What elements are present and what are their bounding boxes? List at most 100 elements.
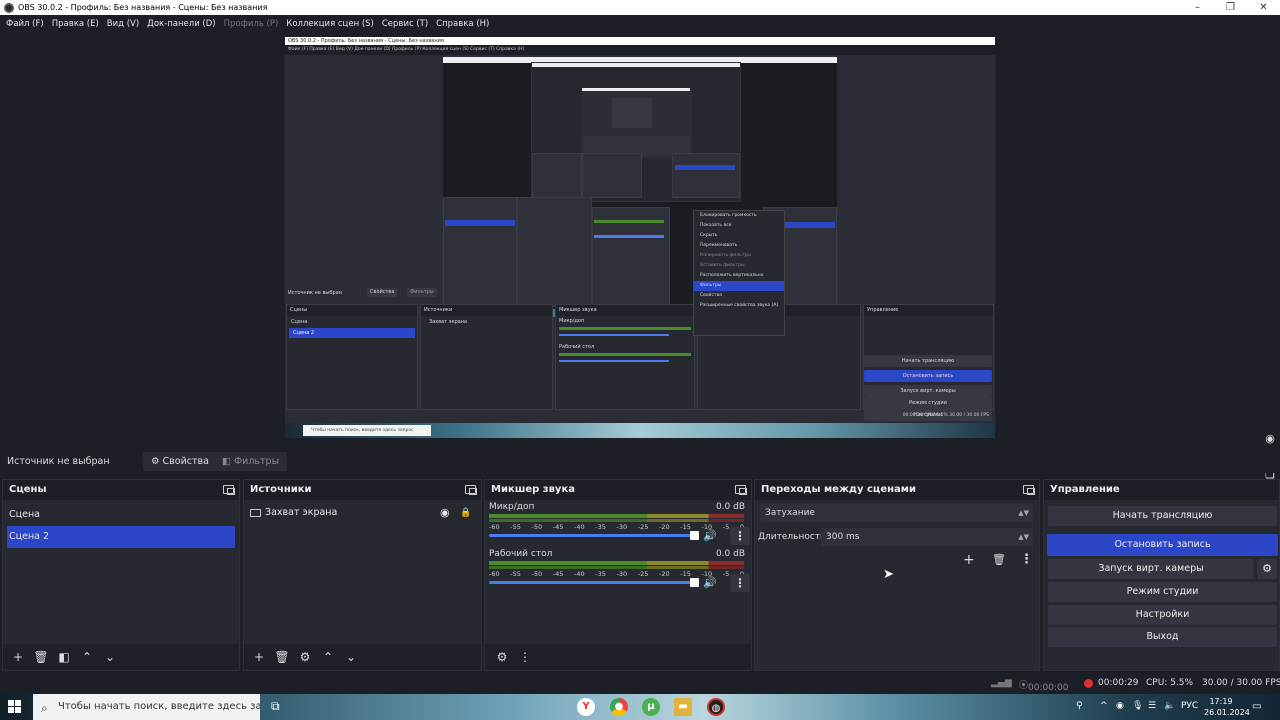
- menu-tools[interactable]: Сервис (T): [378, 19, 432, 29]
- speaker-icon[interactable]: 🔊: [703, 529, 717, 542]
- menu-view[interactable]: Вид (V): [103, 19, 143, 29]
- file-explorer-icon[interactable]: ▬: [674, 698, 692, 716]
- mixer-channel: Рабочий стол 0.0 dB -60 -55 -50 -45 -40 -35 -3…: [485, 547, 751, 594]
- transition-select[interactable]: Затухание ▲▼: [760, 504, 1033, 522]
- mixer-footer: ⚙ ⋮: [485, 644, 751, 670]
- task-view-icon[interactable]: ⧉: [271, 699, 280, 714]
- exit-button[interactable]: Выход: [1048, 627, 1277, 647]
- arrow-up-icon[interactable]: ⌃: [76, 647, 98, 667]
- trash-icon[interactable]: 🗑: [271, 647, 293, 667]
- undock-icon[interactable]: [1023, 485, 1035, 495]
- volume-slider-handle[interactable]: [690, 578, 699, 587]
- undock-icon[interactable]: [465, 485, 477, 495]
- wifi-icon[interactable]: ☰: [1148, 701, 1156, 711]
- gear-icon[interactable]: ⚙: [294, 647, 316, 667]
- menu-bar: Файл (F) Правка (E) Вид (V) Док-панели (…: [0, 15, 1280, 32]
- notifications-icon[interactable]: ▭: [1252, 701, 1261, 712]
- trash-icon[interactable]: 🗑: [30, 647, 52, 667]
- scene-item-selected[interactable]: Сцена 2: [7, 526, 235, 548]
- eye-icon[interactable]: ◉: [440, 502, 450, 524]
- gear-icon[interactable]: ⚙: [1257, 559, 1277, 579]
- source-item[interactable]: Захват экрана ◉ 🔒: [244, 502, 481, 524]
- menu-help[interactable]: Справка (H): [432, 19, 493, 29]
- mixer-header: Микшер звука: [485, 480, 751, 500]
- scenes-header: Сцены: [3, 480, 239, 500]
- controls-dock: Управление Начать трансляцию Остановить …: [1043, 479, 1280, 671]
- volume-slider[interactable]: [489, 581, 696, 584]
- filters-button[interactable]: ◧ Фильтры: [214, 452, 288, 471]
- chevron-updown-icon: ▲▼: [1018, 509, 1029, 517]
- preview-context-highlight: Фильтры: [694, 281, 784, 291]
- minimize-icon[interactable]: –: [1181, 0, 1214, 15]
- preview-inner-title: OBS 30.0.2 - Профиль: Без названия - Сце…: [285, 37, 995, 45]
- no-source-label: Источник не выбран: [7, 456, 110, 467]
- channel-name: Микр/доп: [489, 502, 535, 512]
- preview-canvas[interactable]: OBS 30.0.2 - Профиль: Без названия - Сце…: [285, 37, 995, 438]
- taskbar-search[interactable]: ⌕ Чтобы начать поиск, введите здесь запр…: [33, 694, 260, 720]
- studio-mode-button[interactable]: Режим студии: [1048, 582, 1277, 602]
- menu-scene-collection[interactable]: Коллекция сцен (S): [282, 19, 378, 29]
- display-icon: [250, 508, 261, 517]
- filter-icon[interactable]: ◧: [53, 647, 75, 667]
- mouse-cursor: ➤: [883, 567, 894, 582]
- more-options-icon[interactable]: ⋮: [1020, 552, 1033, 567]
- add-icon[interactable]: +: [963, 552, 975, 568]
- menu-edit[interactable]: Правка (E): [48, 19, 103, 29]
- windows-start-icon[interactable]: [8, 700, 22, 714]
- menu-file[interactable]: Файл (F): [2, 19, 48, 29]
- camera-icon[interactable]: ◉: [1263, 433, 1277, 445]
- obs-window: OBS 30.0.2 - Профиль: Без названия - Сце…: [0, 0, 1280, 720]
- preview-inner-scenes: Сцены Сцена Сцена 2: [286, 304, 418, 410]
- start-streaming-button[interactable]: Начать трансляцию: [1048, 506, 1277, 526]
- arrow-down-icon[interactable]: ⌄: [340, 647, 362, 667]
- more-options-icon[interactable]: ⋮: [730, 574, 750, 592]
- maximize-icon[interactable]: ❐: [1214, 0, 1247, 15]
- settings-button[interactable]: Настройки: [1048, 605, 1277, 625]
- volume-slider-handle[interactable]: [690, 531, 699, 540]
- arrow-down-icon[interactable]: ⌄: [99, 647, 121, 667]
- undock-icon[interactable]: [735, 485, 747, 495]
- properties-button[interactable]: ⚙ Свойства: [143, 452, 217, 471]
- volume-icon[interactable]: 🔈: [1164, 701, 1175, 711]
- preview-inner-taskbar: Чтобы начать поиск, введите здесь запрос: [285, 423, 995, 438]
- utorrent-icon[interactable]: µ: [642, 698, 660, 716]
- preview-context-menu: Блокировать громкость Показать все Скрыт…: [693, 210, 785, 336]
- sources-footer: + 🗑 ⚙ ⌃ ⌄: [244, 644, 481, 670]
- chevron-up-icon[interactable]: ^: [1100, 701, 1108, 711]
- scene-item[interactable]: Сцена: [3, 504, 239, 526]
- trash-icon[interactable]: 🗑: [992, 553, 1006, 566]
- language-indicator[interactable]: РУС: [1181, 701, 1198, 711]
- stop-recording-button[interactable]: Остановить запись: [1047, 534, 1278, 556]
- webcam-icon[interactable]: ◉: [1116, 701, 1124, 711]
- preview-inner-sources: Источники Захват экрана: [420, 304, 553, 410]
- volume-slider[interactable]: [489, 534, 696, 537]
- cpu-usage: CPU: 5.5%: [1146, 678, 1194, 688]
- volume-meter-peak: [489, 519, 744, 522]
- preview-inner-src-bar: Источник не выбран: [288, 290, 342, 296]
- yandex-browser-icon[interactable]: Y: [577, 698, 595, 716]
- lock-icon[interactable]: 🔒: [460, 502, 471, 524]
- chrome-icon[interactable]: ●: [610, 698, 628, 716]
- more-options-icon[interactable]: ⋮: [514, 647, 536, 667]
- status-bar: ▂▄▆ ⦿ 00:00:00 00:00:29 CPU: 5.5% 30.00 …: [0, 673, 1280, 694]
- advanced-audio-icon[interactable]: ⚙: [491, 647, 513, 667]
- arrow-up-icon[interactable]: ⌃: [317, 647, 339, 667]
- microphone-icon[interactable]: 🎙: [1132, 701, 1143, 711]
- duration-spinbox[interactable]: 300 ms ▲▼: [821, 528, 1033, 546]
- add-icon[interactable]: +: [248, 647, 270, 667]
- duration-label: Длительность: [758, 532, 826, 542]
- more-options-icon[interactable]: ⋮: [730, 527, 750, 545]
- undock-icon[interactable]: [223, 485, 235, 495]
- obs-taskbar-icon[interactable]: ◍: [707, 698, 725, 716]
- speaker-icon[interactable]: 🔊: [703, 576, 717, 589]
- virtual-camera-button[interactable]: Запуск вирт. камеры: [1048, 559, 1254, 579]
- taskbar-clock[interactable]: 17:19 26.01.2024: [1204, 696, 1250, 718]
- preview-inner-filters: Фильтры: [407, 288, 437, 297]
- record-time: 00:00:29: [1098, 678, 1139, 688]
- close-icon[interactable]: ✕: [1247, 0, 1280, 15]
- menu-docks[interactable]: Док-панели (D): [143, 19, 219, 29]
- preview-inner-docks: Источник не выбран Свойства Фильтры Сцен…: [285, 285, 995, 425]
- add-icon[interactable]: +: [7, 647, 29, 667]
- windows-taskbar: ⌕ Чтобы начать поиск, введите здесь запр…: [0, 694, 1280, 720]
- network-icon[interactable]: ⚲: [1076, 701, 1083, 711]
